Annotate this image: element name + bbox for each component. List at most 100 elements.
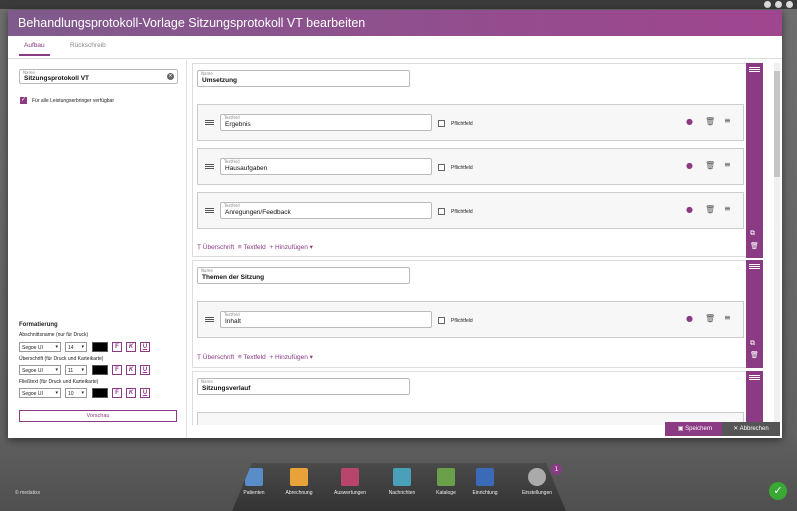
- heading-bold-button[interactable]: F: [112, 365, 122, 375]
- reorder-icon[interactable]: ≡: [724, 313, 731, 322]
- drag-handle-icon[interactable]: [205, 120, 214, 126]
- textfield-name-input[interactable]: Textfeld Anregungen/Feedback: [220, 202, 432, 219]
- copy-icon[interactable]: ⧉: [750, 229, 755, 238]
- section-name-value: Themen der Sitzung: [202, 274, 265, 281]
- section-bold-button[interactable]: F: [112, 342, 122, 352]
- reorder-icon[interactable]: ≡: [724, 160, 731, 169]
- section-underline-button[interactable]: U: [140, 342, 150, 352]
- trash-icon[interactable]: 🗑: [705, 314, 715, 323]
- tab-rueckschreib[interactable]: Rückschreib: [70, 42, 106, 49]
- user-icon[interactable]: [764, 1, 771, 8]
- trash-icon[interactable]: 🗑: [750, 351, 759, 359]
- heading-italic-button[interactable]: K: [126, 365, 136, 375]
- reorder-icon[interactable]: ≡: [724, 204, 731, 213]
- dock-einrichtung[interactable]: Einrichtung: [465, 468, 505, 496]
- field-caption: Name: [201, 379, 213, 384]
- template-name-field[interactable]: Name Sitzungsprotokoll VT ×: [19, 69, 178, 84]
- add-textfield-link[interactable]: ≡ Textfeld: [238, 244, 266, 251]
- permissions-icon[interactable]: ●: [686, 117, 693, 126]
- clear-icon[interactable]: ×: [167, 73, 174, 80]
- notification-badge: 1: [551, 464, 562, 475]
- billing-icon: [290, 468, 308, 486]
- dock-kataloge[interactable]: Kataloge: [426, 468, 466, 496]
- section-themen: Name Themen der Sitzung Textfeld Inhalt …: [192, 260, 747, 368]
- heading-font-select[interactable]: Segoe UI ▾: [19, 365, 61, 375]
- section-rail[interactable]: ⧉ 🗑: [746, 63, 763, 258]
- section-rail[interactable]: [746, 371, 763, 425]
- heading-color-swatch[interactable]: [92, 365, 108, 375]
- reorder-icon[interactable]: [749, 375, 760, 380]
- dock-nachrichten[interactable]: Nachrichten: [382, 468, 422, 496]
- required-checkbox[interactable]: [438, 208, 445, 215]
- settings-icon[interactable]: [775, 1, 782, 8]
- required-checkbox[interactable]: [438, 317, 445, 324]
- permissions-icon[interactable]: ●: [686, 161, 693, 170]
- tab-aufbau[interactable]: Aufbau: [19, 42, 50, 56]
- add-more-dropdown[interactable]: + Hinzufügen ▾: [269, 244, 313, 251]
- section-name-field[interactable]: Name Themen der Sitzung: [197, 267, 410, 284]
- section-name-format-label: Abschnittsname (nur für Druck): [19, 332, 89, 338]
- section-font-select[interactable]: Segoe UI ▾: [19, 342, 61, 352]
- reorder-icon[interactable]: ≡: [724, 116, 731, 125]
- field-row: Textfeld Inhalt Pflichtfeld ● 🗑 ≡: [197, 301, 744, 338]
- body-underline-button[interactable]: U: [140, 388, 150, 398]
- field-caption: Name: [201, 71, 213, 76]
- status-ok-icon[interactable]: ✓: [769, 482, 787, 500]
- power-icon[interactable]: [786, 1, 793, 8]
- section-italic-button[interactable]: K: [126, 342, 136, 352]
- dock-auswertungen[interactable]: Auswertungen: [330, 468, 370, 496]
- copy-icon[interactable]: ⧉: [750, 339, 755, 348]
- add-textfield-link[interactable]: ≡ Textfeld: [238, 354, 266, 361]
- drag-handle-icon[interactable]: [205, 164, 214, 170]
- body-font-select[interactable]: Segoe UI ▾: [19, 388, 61, 398]
- section-name-field[interactable]: Name Umsetzung: [197, 70, 410, 87]
- textfield-name-input[interactable]: Textfeld Hausaufgaben: [220, 158, 432, 175]
- field-caption: Textfeld: [224, 115, 240, 120]
- field-caption: Textfeld: [224, 312, 240, 317]
- permissions-icon[interactable]: ●: [686, 314, 693, 323]
- reorder-icon[interactable]: [749, 67, 760, 72]
- heading-size-select[interactable]: 11 ▾: [65, 365, 87, 375]
- textfield-name-input[interactable]: Textfeld Ergebnis: [220, 114, 432, 131]
- trash-icon[interactable]: 🗑: [705, 205, 715, 214]
- required-checkbox[interactable]: [438, 120, 445, 127]
- cancel-button[interactable]: ✕ Abbrechen: [722, 422, 780, 436]
- field-caption: Textfeld: [224, 159, 240, 164]
- reorder-icon[interactable]: [749, 264, 760, 269]
- section-size-select[interactable]: 14 ▾: [65, 342, 87, 352]
- save-button[interactable]: ▣ Speichern: [665, 422, 725, 436]
- body-bold-button[interactable]: F: [112, 388, 122, 398]
- body-italic-button[interactable]: K: [126, 388, 136, 398]
- add-more-dropdown[interactable]: + Hinzufügen ▾: [269, 354, 313, 361]
- drag-handle-icon[interactable]: [205, 208, 214, 214]
- add-heading-link[interactable]: Ṭ Überschrift: [197, 354, 234, 361]
- trash-icon[interactable]: 🗑: [705, 117, 715, 126]
- required-label: Pflichtfeld: [451, 165, 473, 171]
- tab-bar: Aufbau Rückschreib: [8, 36, 782, 59]
- setup-icon: [476, 468, 494, 486]
- body-format-label: Fließtext (für Druck und Karteikarte): [19, 379, 99, 385]
- dock-abrechnung[interactable]: Abrechnung: [279, 468, 319, 496]
- section-name-value: Sitzungsverlauf: [202, 385, 251, 392]
- catalogs-icon: [437, 468, 455, 486]
- permissions-icon[interactable]: ●: [686, 205, 693, 214]
- add-heading-link[interactable]: Ṭ Überschrift: [197, 244, 234, 251]
- preview-button[interactable]: Vorschau: [19, 410, 177, 422]
- drag-handle-icon[interactable]: [205, 317, 214, 323]
- body-color-swatch[interactable]: [92, 388, 108, 398]
- section-rail[interactable]: ⧉ 🗑: [746, 260, 763, 368]
- trash-icon[interactable]: 🗑: [750, 242, 759, 250]
- all-providers-checkbox[interactable]: [20, 96, 27, 104]
- section-name-field[interactable]: Name Sitzungsverlauf: [197, 378, 410, 395]
- trash-icon[interactable]: 🗑: [705, 161, 715, 170]
- required-checkbox[interactable]: [438, 164, 445, 171]
- textfield-value: Anregungen/Feedback: [225, 209, 291, 216]
- section-color-swatch[interactable]: [92, 342, 108, 352]
- textfield-name-input[interactable]: Textfeld Inhalt: [220, 311, 432, 328]
- field-caption: Textfeld: [224, 203, 240, 208]
- charts-icon: [341, 468, 359, 486]
- scrollbar[interactable]: [774, 63, 780, 425]
- body-size-select[interactable]: 10 ▾: [65, 388, 87, 398]
- field-caption: Name: [201, 268, 213, 273]
- heading-underline-button[interactable]: U: [140, 365, 150, 375]
